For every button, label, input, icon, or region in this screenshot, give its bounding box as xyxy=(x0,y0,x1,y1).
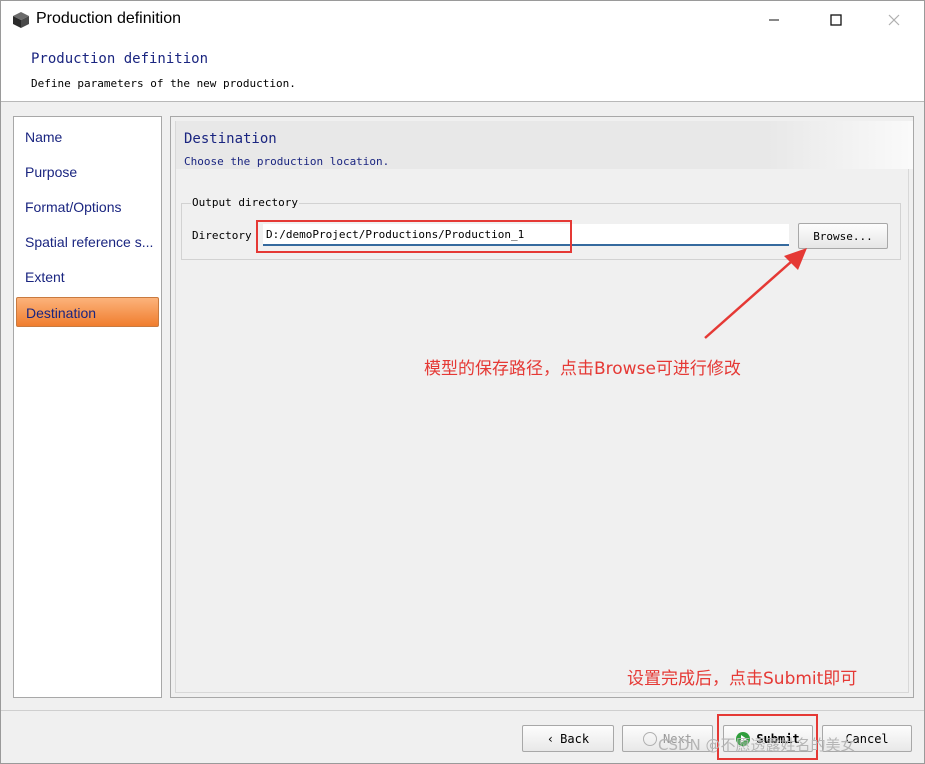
header-title: Production definition xyxy=(31,51,209,67)
annotation-arrow xyxy=(704,248,807,339)
footer-divider xyxy=(1,710,924,711)
section-header: Destination Choose the production locati… xyxy=(176,121,913,169)
section-subtitle: Choose the production location. xyxy=(184,155,390,168)
annotation-submit-note: 设置完成后，点击Submit即可 xyxy=(627,669,858,689)
cube-icon xyxy=(13,12,29,28)
sidebar-item-format-options[interactable]: Format/Options xyxy=(16,192,159,222)
title-bar[interactable]: Production definition xyxy=(1,1,924,39)
directory-highlight-box xyxy=(256,220,572,253)
sidebar-item-spatial-reference[interactable]: Spatial reference s... xyxy=(16,227,159,257)
next-icon xyxy=(643,731,658,746)
back-button[interactable]: ‹ Back xyxy=(522,725,614,752)
close-button[interactable] xyxy=(871,1,917,39)
watermark: CSDN @不愿透露姓名的美女 xyxy=(658,736,856,754)
sidebar-item-extent[interactable]: Extent xyxy=(16,262,159,292)
window-title: Production definition xyxy=(36,10,181,27)
directory-label: Directory xyxy=(192,229,252,242)
wizard-steps-sidebar: Name Purpose Format/Options Spatial refe… xyxy=(13,116,162,698)
minimize-icon xyxy=(769,19,779,21)
sidebar-item-purpose[interactable]: Purpose xyxy=(16,157,159,187)
header-subtitle: Define parameters of the new production. xyxy=(31,77,296,90)
dialog-window: Production definition Production definit… xyxy=(0,0,925,764)
close-icon xyxy=(888,14,900,26)
destination-panel: Destination Choose the production locati… xyxy=(170,116,914,698)
maximize-icon xyxy=(830,14,842,26)
sidebar-item-destination[interactable]: Destination xyxy=(16,297,159,327)
maximize-button[interactable] xyxy=(813,1,859,39)
section-title: Destination xyxy=(184,131,277,147)
annotation-browse-note: 模型的保存路径，点击Browse可进行修改 xyxy=(424,359,741,379)
back-label: Back xyxy=(560,731,590,746)
wizard-header: Production definition Define parameters … xyxy=(1,39,924,102)
output-directory-label: Output directory xyxy=(191,196,299,209)
sidebar-item-name[interactable]: Name xyxy=(16,122,159,152)
chevron-left-icon: ‹ xyxy=(546,731,555,746)
minimize-button[interactable] xyxy=(751,1,797,39)
